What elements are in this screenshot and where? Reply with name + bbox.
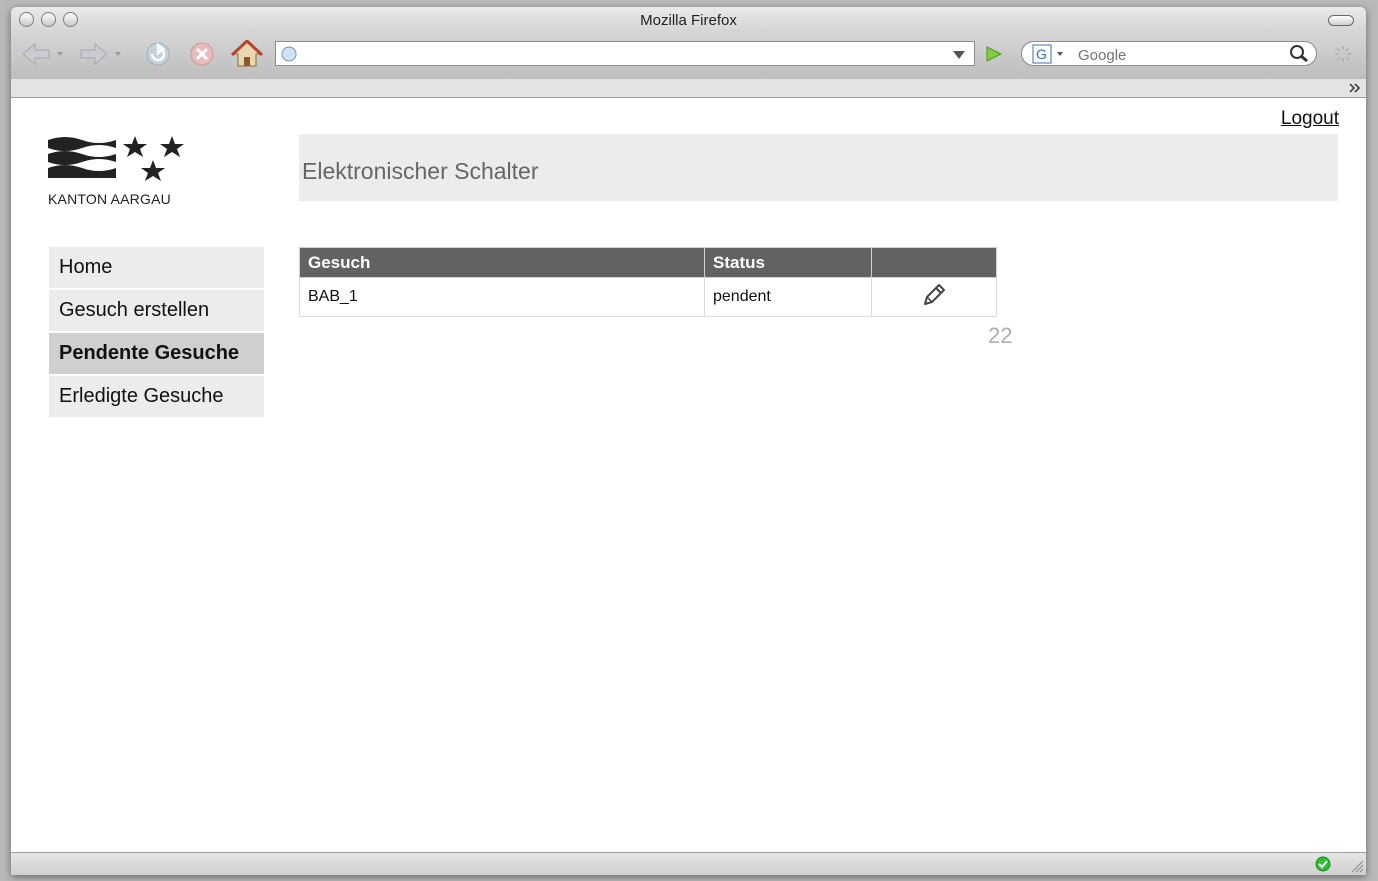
reload-button[interactable]	[143, 41, 173, 67]
nav-item-pendente-gesuche[interactable]: Pendente Gesuche	[49, 333, 264, 374]
google-engine-icon[interactable]: G	[1032, 44, 1072, 64]
table-header-row: Gesuch Status	[299, 247, 997, 278]
kanton-aargau-logo: KANTON AARGAU	[48, 134, 198, 208]
nav-item-gesuch-erstellen[interactable]: Gesuch erstellen	[49, 290, 264, 331]
dropdown-arrow-icon[interactable]	[952, 49, 966, 61]
cell-action	[871, 277, 997, 317]
throbber-icon	[1335, 46, 1351, 62]
stop-icon	[190, 42, 214, 66]
table-row: BAB_1 pendent	[299, 277, 997, 317]
stop-button[interactable]	[187, 41, 217, 67]
url-bar[interactable]	[275, 41, 975, 66]
globe-icon	[281, 46, 297, 62]
page-title: Elektronischer Schalter	[302, 158, 539, 184]
toolbar-toggle-button[interactable]	[1328, 15, 1354, 26]
browser-window: Mozilla Firefox G Google Logout KANTON A…	[11, 7, 1366, 875]
svg-text:G: G	[1036, 46, 1047, 62]
page-header: Elektronischer Schalter	[299, 134, 1338, 201]
forward-arrow-icon	[80, 42, 121, 66]
logout-link[interactable]: Logout	[1281, 108, 1339, 130]
security-check-icon	[1315, 856, 1331, 872]
page-content: Logout KANTON AARGAU Elektronischer Scha…	[11, 98, 1366, 853]
window-title: Mozilla Firefox	[640, 12, 737, 29]
result-count: 22	[988, 323, 1013, 348]
reload-icon	[146, 42, 170, 66]
side-navigation: Home Gesuch erstellen Pendente Gesuche E…	[49, 247, 264, 419]
nav-item-erledigte-gesuche[interactable]: Erledigte Gesuche	[49, 376, 264, 417]
pencil-icon[interactable]	[921, 282, 947, 308]
search-icon[interactable]	[1288, 44, 1310, 64]
column-header-action	[871, 247, 997, 278]
nav-item-home[interactable]: Home	[49, 247, 264, 288]
column-header-status: Status	[704, 247, 872, 278]
title-bar: Mozilla Firefox	[11, 7, 1366, 33]
home-button[interactable]	[231, 40, 263, 67]
cell-status: pendent	[704, 277, 872, 317]
gesuche-table: Gesuch Status BAB_1 pendent	[299, 247, 997, 317]
bookmarks-bar	[11, 79, 1366, 98]
cell-gesuch: BAB_1	[299, 277, 705, 317]
back-button[interactable]	[19, 41, 65, 67]
column-header-gesuch: Gesuch	[299, 247, 705, 278]
home-icon	[231, 40, 263, 67]
back-arrow-icon	[22, 42, 63, 66]
forward-button[interactable]	[77, 41, 123, 67]
go-button[interactable]	[981, 41, 1007, 67]
url-input[interactable]	[302, 44, 946, 64]
search-bar[interactable]: G	[1021, 41, 1317, 66]
navigation-toolbar: G	[11, 33, 1366, 80]
search-input[interactable]	[1076, 45, 1280, 65]
logo-text: KANTON AARGAU	[48, 191, 171, 207]
chevron-right-icon[interactable]	[1348, 82, 1362, 94]
aargau-coat-of-arms-icon	[48, 136, 184, 181]
go-arrow-icon	[986, 46, 1003, 62]
resize-grip-icon[interactable]	[1348, 857, 1364, 873]
status-bar	[11, 852, 1366, 875]
